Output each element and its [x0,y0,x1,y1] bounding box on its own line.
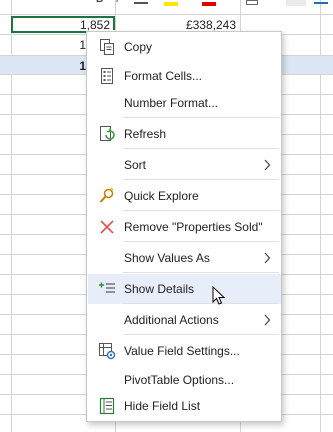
menu-item-label: Value Field Settings... [124,344,240,358]
menu-item-number-format[interactable]: Number Format... [88,88,281,118]
menu-item-label: Hide Field List [124,399,201,413]
quick-explore-icon [98,187,116,205]
mini-toolbar: B I [86,0,333,8]
menu-item-hide-field-list[interactable]: Hide Field List [88,391,281,421]
cell-value[interactable]: 1 [20,59,86,73]
menu-item-label: Format Cells... [124,69,203,83]
increase-decimal-icon[interactable] [314,2,328,4]
format-cells-icon [98,67,116,85]
borders-icon[interactable] [246,0,258,5]
menu-item-show-details[interactable]: Show Details [88,274,281,304]
menu-separator [123,303,279,304]
bold-icon[interactable]: B [96,0,103,6]
align-icon[interactable] [134,2,148,4]
menu-item-sort[interactable]: Sort [88,150,281,180]
decimal-icon[interactable] [286,0,306,6]
menu-item-show-values-as[interactable]: Show Values As [88,243,281,273]
menu-item-copy[interactable]: Copy [88,32,281,62]
menu-separator [123,210,279,211]
menu-separator [123,117,279,118]
menu-item-label: Number Format... [124,96,219,110]
submenu-arrow-icon [263,159,271,171]
menu-item-refresh[interactable]: Refresh [88,119,281,149]
menu-item-label: Quick Explore [124,189,199,203]
field-list-icon [98,397,116,415]
menu-separator [123,334,279,335]
cell-value[interactable]: £338,243 [130,18,236,32]
value-field-settings-icon [98,342,116,360]
font-color-icon[interactable] [202,2,216,6]
copy-icon [98,38,116,56]
menu-item-remove-field[interactable]: Remove "Properties Sold" [88,212,281,242]
menu-item-additional-actions[interactable]: Additional Actions [88,305,281,335]
italic-icon[interactable]: I [116,0,119,6]
menu-item-label: PivotTable Options... [124,373,235,387]
menu-item-label: Show Details [124,282,195,296]
menu-item-label: Copy [124,40,153,54]
remove-icon [98,218,116,236]
menu-item-label: Sort [124,158,147,172]
show-details-icon [98,280,116,298]
submenu-arrow-icon [263,252,271,264]
cell-value[interactable]: 1 [20,38,86,52]
menu-separator [123,179,279,180]
grid-line [0,14,333,15]
menu-item-label: Remove "Properties Sold" [124,220,263,234]
menu-separator [123,241,279,242]
refresh-icon [98,125,116,143]
fill-color-icon[interactable] [164,2,178,6]
menu-item-label: Refresh [124,127,167,141]
menu-separator [123,272,279,273]
menu-item-value-field-settings[interactable]: Value Field Settings... [88,336,281,366]
menu-item-format-cells[interactable]: Format Cells... [88,61,281,91]
context-menu: Copy Format Cells... Number Format... Re… [86,31,282,422]
menu-separator [123,148,279,149]
submenu-arrow-icon [263,314,271,326]
mouse-cursor-icon [212,285,226,306]
menu-item-label: Additional Actions [124,313,219,327]
menu-item-label: Show Values As [124,251,210,265]
menu-item-quick-explore[interactable]: Quick Explore [88,181,281,211]
